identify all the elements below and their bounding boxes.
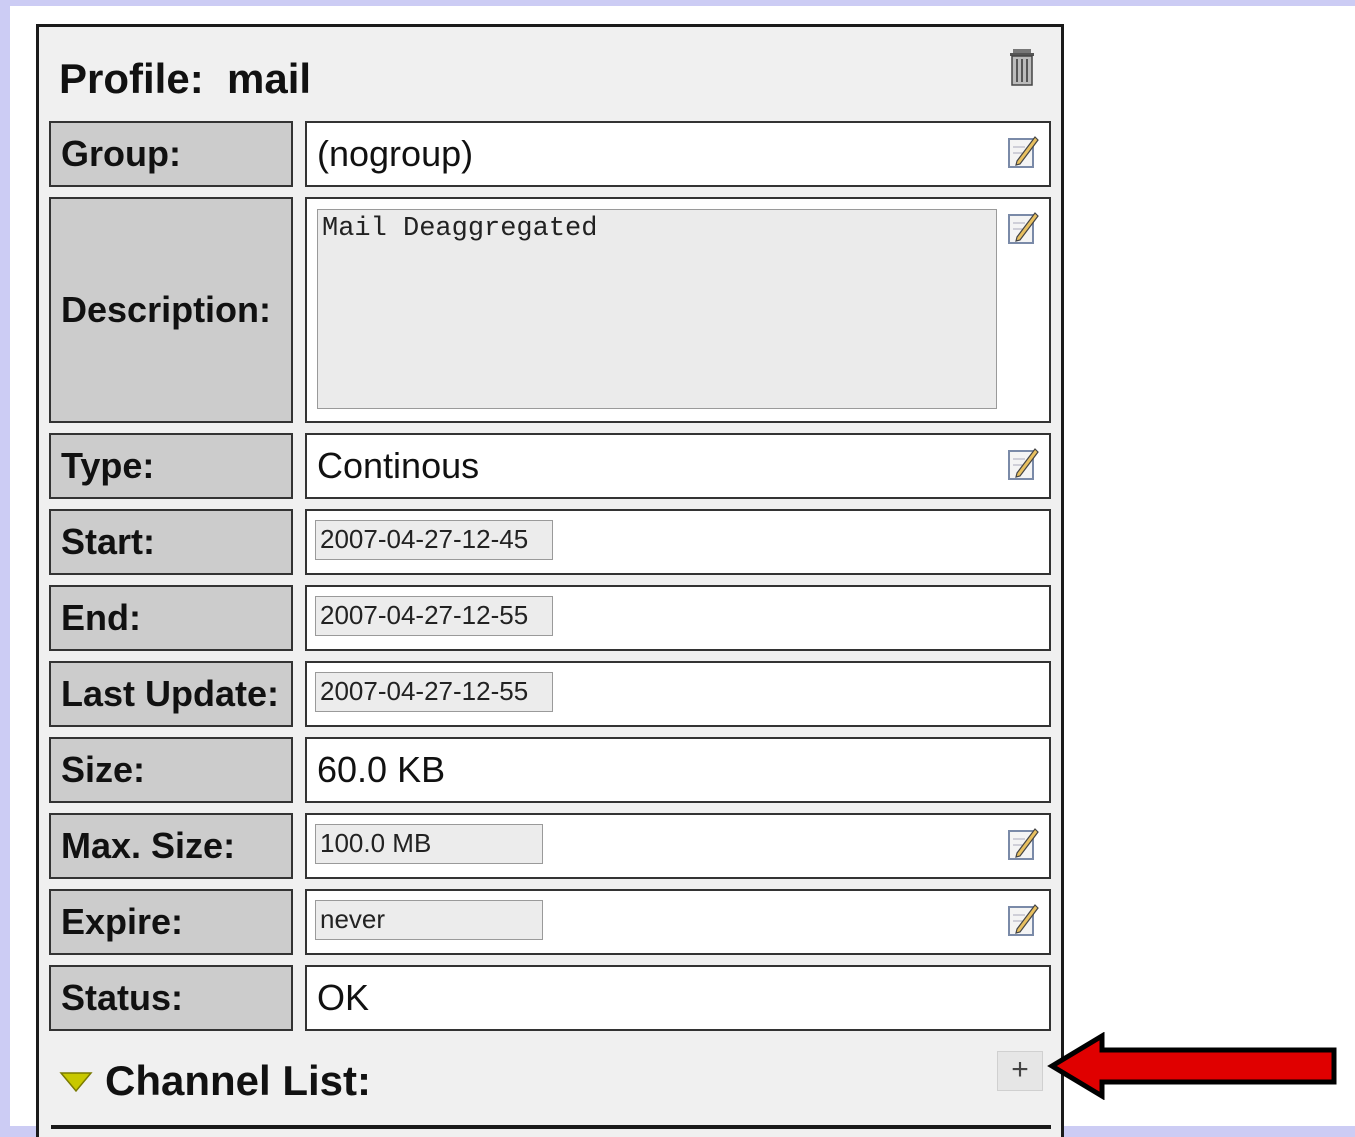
expire-value-cell: never [305,889,1051,955]
start-field[interactable]: 2007-04-27-12-45 [315,520,553,560]
edit-icon[interactable] [1007,445,1039,481]
trash-icon[interactable] [1007,47,1037,87]
row-type: Type: Continous [49,433,1051,499]
start-value-cell: 2007-04-27-12-45 [305,509,1051,575]
max-size-field[interactable]: 100.0 MB [315,824,543,864]
group-label: Group: [49,121,293,187]
row-expire: Expire: never [49,889,1051,955]
end-value-cell: 2007-04-27-12-55 [305,585,1051,651]
triangle-down-icon[interactable] [59,1069,93,1093]
profile-name: mail [227,55,312,102]
profile-title: Profile: mail [59,55,311,103]
channel-list-header[interactable]: Channel List: [59,1057,371,1105]
end-label: End: [49,585,293,651]
edit-icon[interactable] [1007,901,1039,937]
edit-icon[interactable] [1007,209,1039,245]
size-label: Size: [49,737,293,803]
max-size-value-cell: 100.0 MB [305,813,1051,879]
type-value-cell: Continous [305,433,1051,499]
expire-field[interactable]: never [315,900,543,940]
profile-label: Profile: [59,55,204,102]
start-label: Start: [49,509,293,575]
row-status: Status: OK [49,965,1051,1031]
size-value-cell: 60.0 KB [305,737,1051,803]
last-update-value-cell: 2007-04-27-12-55 [305,661,1051,727]
edit-icon[interactable] [1007,825,1039,861]
add-channel-button[interactable]: + [997,1051,1043,1091]
channel-list-label: Channel List: [105,1057,372,1104]
group-value: (nogroup) [317,133,474,174]
description-label: Description: [49,197,293,423]
description-textarea[interactable]: Mail Deaggregated [317,209,997,409]
status-label: Status: [49,965,293,1031]
type-value: Continous [317,445,480,486]
row-end: End: 2007-04-27-12-55 [49,585,1051,651]
edit-icon[interactable] [1007,133,1039,169]
last-update-label: Last Update: [49,661,293,727]
group-value-cell: (nogroup) [305,121,1051,187]
size-value: 60.0 KB [317,749,446,790]
description-value-cell: Mail Deaggregated [305,197,1051,423]
status-value-cell: OK [305,965,1051,1031]
row-description: Description: Mail Deaggregated [49,197,1051,423]
status-value: OK [317,977,370,1018]
end-field[interactable]: 2007-04-27-12-55 [315,596,553,636]
last-update-field[interactable]: 2007-04-27-12-55 [315,672,553,712]
plus-icon: + [1011,1053,1029,1086]
row-max-size: Max. Size: 100.0 MB [49,813,1051,879]
type-label: Type: [49,433,293,499]
red-arrow-icon [1047,1032,1337,1100]
profile-panel: Profile: mail Group: (nogroup) Descripti… [36,24,1064,1137]
row-start: Start: 2007-04-27-12-45 [49,509,1051,575]
row-size: Size: 60.0 KB [49,737,1051,803]
row-last-update: Last Update: 2007-04-27-12-55 [49,661,1051,727]
row-group: Group: (nogroup) [49,121,1051,187]
max-size-label: Max. Size: [49,813,293,879]
expire-label: Expire: [49,889,293,955]
